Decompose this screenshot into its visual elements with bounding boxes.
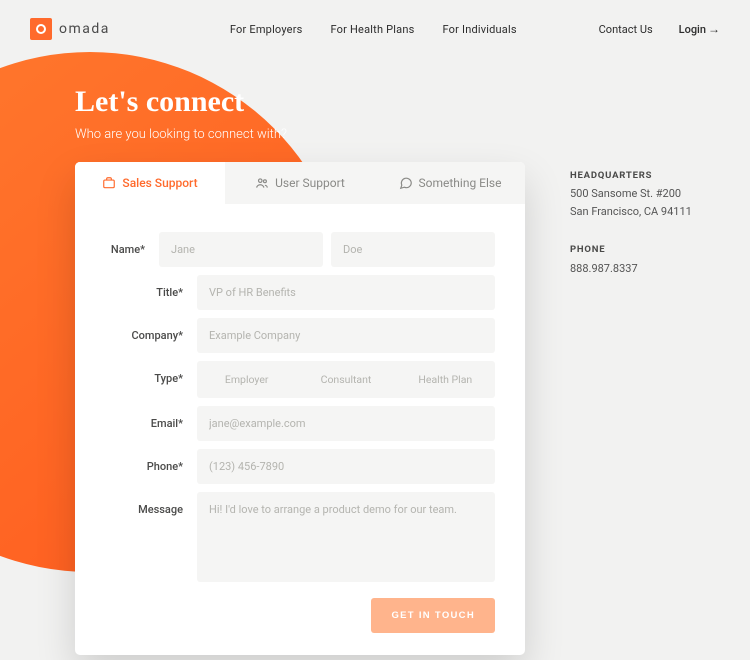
tab-user-label: User Support [275, 176, 345, 190]
input-message[interactable] [197, 492, 495, 582]
row-type: Type* Employer Consultant Health Plan [85, 361, 495, 398]
phone-block: PHONE 888.987.8337 [570, 242, 692, 277]
type-selector: Employer Consultant Health Plan [197, 361, 495, 398]
nav-contact[interactable]: Contact Us [599, 23, 653, 36]
tab-sales-label: Sales Support [122, 176, 197, 190]
sidebar-info: HEADQUARTERS 500 Sansome St. #200 San Fr… [570, 162, 692, 299]
label-phone: Phone* [85, 449, 197, 473]
input-first-name[interactable] [159, 232, 323, 267]
type-option-employer[interactable]: Employer [197, 365, 296, 394]
contact-card: Sales Support User Support Something Els… [75, 162, 525, 655]
input-last-name[interactable] [331, 232, 495, 267]
logo[interactable]: omada [30, 18, 110, 40]
nav-center: For Employers For Health Plans For Indiv… [230, 23, 517, 36]
label-type: Type* [85, 361, 197, 385]
nav-right: Contact Us Login→ [599, 22, 720, 36]
row-email: Email* [85, 406, 495, 441]
label-message: Message [85, 492, 197, 516]
label-title: Title* [85, 275, 197, 299]
submit-row: GET IN TOUCH [85, 598, 495, 633]
hq-heading: HEADQUARTERS [570, 168, 692, 183]
nav-individuals[interactable]: For Individuals [443, 23, 517, 36]
tab-sales-support[interactable]: Sales Support [75, 162, 225, 204]
hero-title: Let's connect [75, 85, 750, 119]
input-phone[interactable] [197, 449, 495, 484]
type-option-consultant[interactable]: Consultant [296, 365, 395, 394]
phone-heading: PHONE [570, 242, 692, 257]
tab-something-else[interactable]: Something Else [375, 162, 525, 204]
tab-user-support[interactable]: User Support [225, 162, 375, 204]
login-label: Login [679, 23, 706, 36]
submit-button[interactable]: GET IN TOUCH [371, 598, 495, 633]
row-name: Name* [85, 232, 495, 267]
label-email: Email* [85, 406, 197, 430]
users-icon [255, 176, 269, 190]
phone-number: 888.987.8337 [570, 260, 692, 278]
chat-icon [399, 176, 413, 190]
label-name: Name* [85, 232, 159, 256]
input-title[interactable] [197, 275, 495, 310]
hq-address-line1: 500 Sansome St. #200 [570, 185, 692, 203]
hero-subtitle: Who are you looking to connect with? [75, 127, 750, 142]
arrow-right-icon: → [708, 22, 720, 36]
input-company[interactable] [197, 318, 495, 353]
type-option-healthplan[interactable]: Health Plan [396, 365, 495, 394]
hero: Let's connect Who are you looking to con… [75, 85, 750, 142]
hq-block: HEADQUARTERS 500 Sansome St. #200 San Fr… [570, 168, 692, 220]
nav-login[interactable]: Login→ [679, 22, 720, 36]
contact-form: Name* Title* Company* Type* [75, 204, 525, 655]
hq-address-line2: San Francisco, CA 94111 [570, 203, 692, 221]
briefcase-icon [102, 176, 116, 190]
nav-employers[interactable]: For Employers [230, 23, 303, 36]
row-phone: Phone* [85, 449, 495, 484]
row-company: Company* [85, 318, 495, 353]
tab-other-label: Something Else [419, 176, 502, 190]
tab-bar: Sales Support User Support Something Els… [75, 162, 525, 204]
row-message: Message [85, 492, 495, 582]
logo-text: omada [59, 21, 110, 37]
label-company: Company* [85, 318, 197, 342]
logo-icon [30, 18, 52, 40]
header: omada For Employers For Health Plans For… [0, 0, 750, 40]
input-email[interactable] [197, 406, 495, 441]
main: Sales Support User Support Something Els… [75, 162, 750, 655]
nav-healthplans[interactable]: For Health Plans [331, 23, 415, 36]
row-title: Title* [85, 275, 495, 310]
